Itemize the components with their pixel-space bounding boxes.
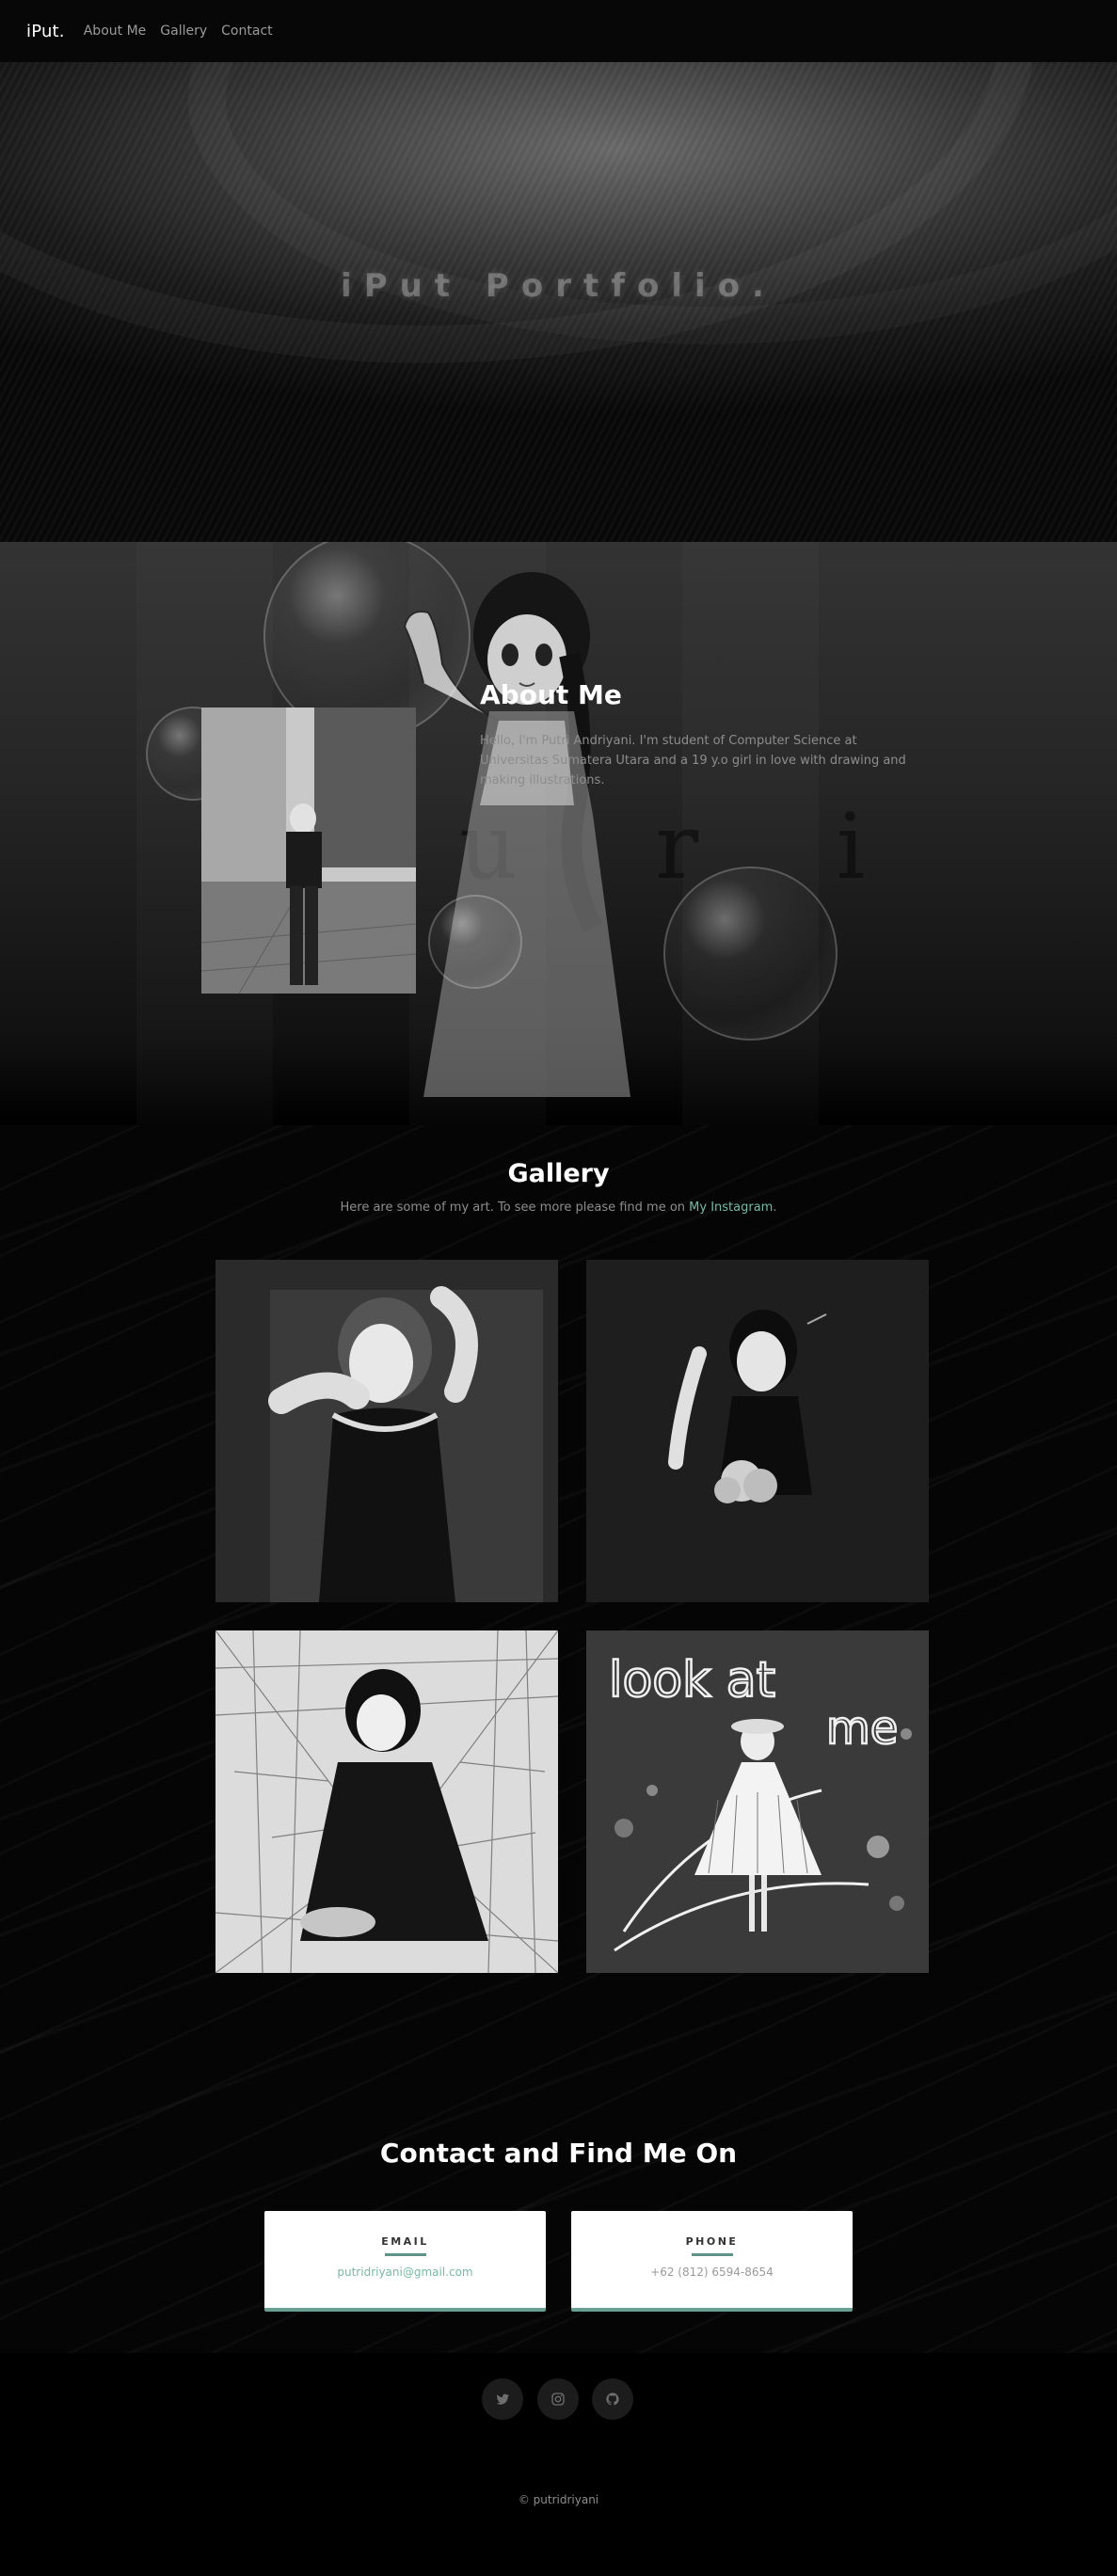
- brand-logo[interactable]: iPut.: [26, 22, 65, 41]
- gallery-title: Gallery: [507, 1159, 610, 1188]
- phone-value: +62 (812) 6594-8654: [650, 2266, 774, 2279]
- instagram-link[interactable]: My Instagram: [689, 1201, 773, 1215]
- contact-title: Contact and Find Me On: [379, 2138, 738, 2169]
- about-title: About Me: [480, 679, 622, 710]
- phone-label: PHONE: [685, 2235, 739, 2248]
- gallery-image-3[interactable]: [215, 1630, 558, 1973]
- tile-text-me: me: [826, 1702, 898, 1755]
- nav-link-about[interactable]: About Me: [84, 24, 147, 39]
- about-section: u r i About Me Hello, I'm Putri Andriyan…: [0, 542, 1117, 1125]
- hero-title: iPut Portfolio.: [341, 267, 776, 305]
- dark-background: [0, 1125, 1117, 2353]
- instagram-button[interactable]: [537, 2378, 579, 2420]
- twitter-icon: [496, 2393, 509, 2405]
- nav-link-contact[interactable]: Contact: [221, 24, 272, 39]
- hero-banner: iPut Portfolio.: [0, 62, 1117, 542]
- twitter-button[interactable]: [482, 2378, 523, 2420]
- gallery-subtitle-end: .: [773, 1201, 777, 1215]
- profile-photo: [201, 708, 416, 994]
- gallery-image-1[interactable]: [215, 1260, 558, 1602]
- email-card: EMAIL putridriyani@gmail.com: [264, 2211, 546, 2312]
- navbar: iPut. About Me Gallery Contact: [0, 0, 1117, 62]
- gallery-subtitle-text: Here are some of my art. To see more ple…: [340, 1201, 690, 1215]
- bubble-decoration: [663, 867, 838, 1041]
- about-text-block: About Me Hello, I'm Putri Andriyani. I'm…: [480, 679, 913, 790]
- tile-text-look-at: look at: [609, 1652, 775, 1709]
- email-label-underline: [384, 2253, 426, 2256]
- github-button[interactable]: [592, 2378, 633, 2420]
- github-icon: [606, 2393, 619, 2406]
- phone-label-underline: [691, 2253, 733, 2256]
- instagram-icon: [551, 2393, 565, 2406]
- gallery-image-4[interactable]: look at me: [586, 1630, 929, 1973]
- nav-link-gallery[interactable]: Gallery: [160, 24, 207, 39]
- gallery-subtitle: Here are some of my art. To see more ple…: [0, 1201, 1117, 1215]
- footer-copyright: © putridriyani: [518, 2493, 599, 2506]
- about-body: Hello, I'm Putri Andriyani. I'm student …: [480, 734, 906, 787]
- email-value[interactable]: putridriyani@gmail.com: [264, 2266, 546, 2279]
- gallery-image-2[interactable]: [586, 1260, 929, 1602]
- phone-card: PHONE +62 (812) 6594-8654: [571, 2211, 853, 2312]
- email-label: EMAIL: [381, 2235, 429, 2248]
- bubble-decoration: [428, 895, 522, 989]
